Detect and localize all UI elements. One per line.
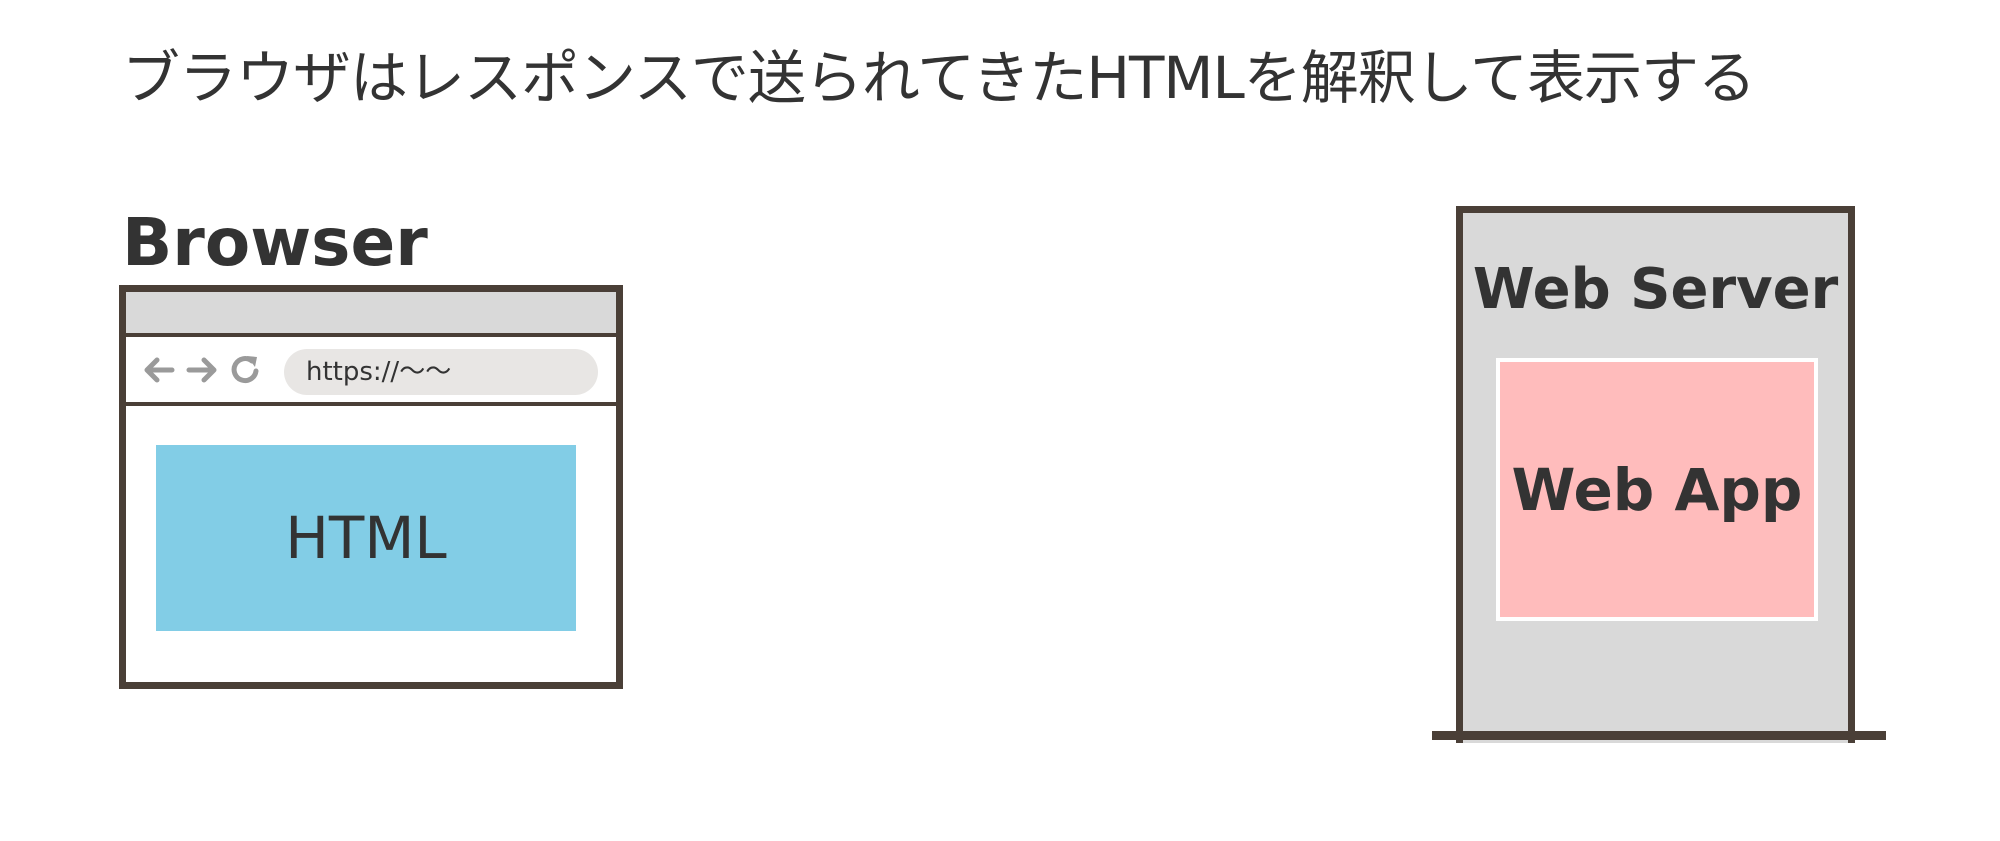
html-content-block: HTML (156, 445, 576, 631)
address-bar: https://〜〜 (284, 349, 598, 395)
web-server-label: Web Server (1472, 257, 1839, 322)
browser-window: https://〜〜 HTML (119, 285, 623, 689)
browser-titlebar (126, 292, 616, 337)
web-app-block: Web App (1496, 358, 1818, 621)
back-arrow-icon (144, 357, 175, 383)
web-server-base (1432, 731, 1886, 740)
reload-icon (231, 356, 259, 384)
browser-toolbar: https://〜〜 (126, 337, 616, 406)
forward-arrow-icon (186, 357, 217, 383)
web-server-cabinet: Web Server Web App (1456, 206, 1855, 743)
slide-title: ブラウザはレスポンスで送られてきたHTMLを解釈して表示する (122, 44, 1756, 112)
browser-label: Browser (122, 204, 428, 281)
